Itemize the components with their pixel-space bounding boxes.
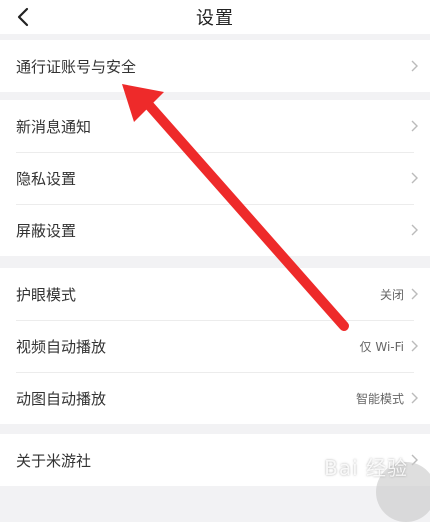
row-label: 新消息通知 — [16, 117, 92, 136]
chevron-right-icon — [411, 224, 418, 236]
row-eye-protection[interactable]: 护眼模式 关闭 — [0, 268, 430, 320]
row-privacy-settings[interactable]: 隐私设置 — [0, 152, 430, 204]
chevron-right-icon — [411, 288, 418, 300]
row-value: 仅 Wi-Fi — [359, 339, 404, 354]
chevron-right-icon — [411, 120, 418, 132]
row-notifications[interactable]: 新消息通知 — [0, 100, 430, 152]
chevron-right-icon — [411, 392, 418, 404]
chevron-right-icon — [411, 172, 418, 184]
row-label: 隐私设置 — [16, 169, 77, 188]
row-label: 屏蔽设置 — [16, 221, 77, 240]
row-label: 动图自动播放 — [16, 389, 107, 408]
settings-group-display: 护眼模式 关闭 视频自动播放 仅 Wi-Fi 动图自动播放 智能模式 — [0, 268, 430, 424]
row-label: 通行证账号与安全 — [16, 57, 137, 76]
watermark: Bai 经验 — [324, 456, 408, 480]
row-value: 智能模式 — [355, 391, 404, 406]
settings-group-privacy: 新消息通知 隐私设置 屏蔽设置 — [0, 100, 430, 256]
page-title: 设置 — [196, 8, 234, 29]
row-label: 护眼模式 — [16, 285, 77, 304]
chevron-right-icon — [411, 60, 418, 72]
row-gif-autoplay[interactable]: 动图自动播放 智能模式 — [0, 372, 430, 424]
row-label: 视频自动播放 — [16, 337, 107, 356]
row-account-security[interactable]: 通行证账号与安全 — [0, 40, 430, 92]
row-value: 关闭 — [379, 287, 404, 302]
row-label: 关于米游社 — [16, 451, 92, 470]
settings-group-account: 通行证账号与安全 — [0, 40, 430, 92]
row-block-settings[interactable]: 屏蔽设置 — [0, 204, 430, 256]
top-bar: 设置 — [0, 0, 430, 34]
chevron-right-icon — [411, 340, 418, 352]
row-video-autoplay[interactable]: 视频自动播放 仅 Wi-Fi — [0, 320, 430, 372]
